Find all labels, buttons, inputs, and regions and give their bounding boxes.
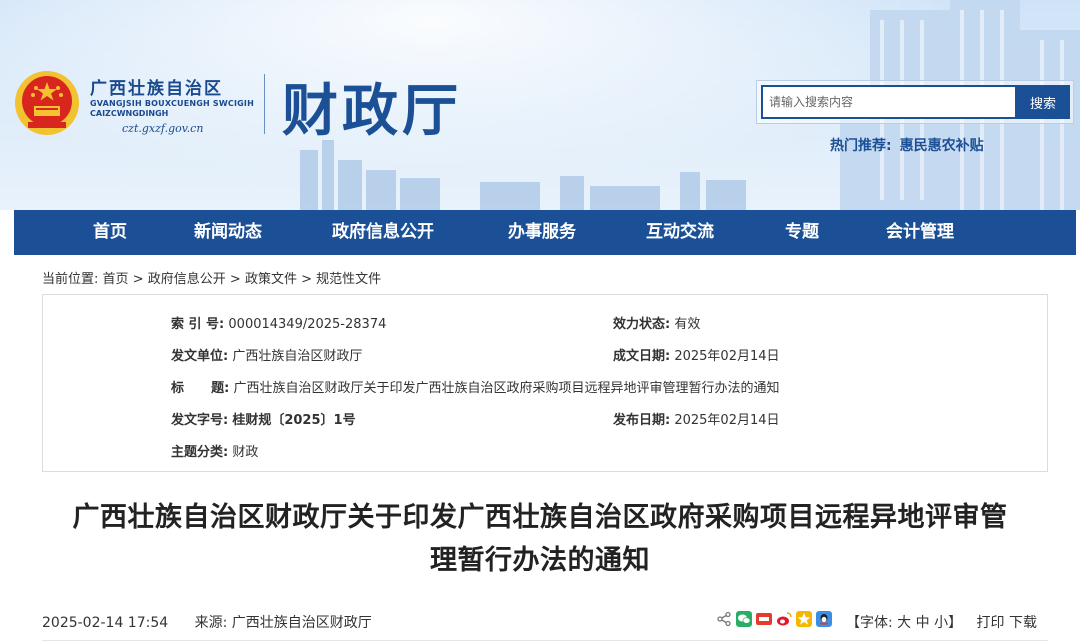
meta-docno-value: 桂财规〔2025〕1号 — [232, 413, 356, 428]
font-size-small-button[interactable]: 小 — [934, 615, 948, 631]
hot-recommendations: 热门推荐: 惠民惠农补贴 — [830, 135, 984, 155]
meta-issuer: 发文单位: 广西壮族自治区财政厅 — [171, 345, 362, 364]
article-title: 广西壮族自治区财政厅关于印发广西壮族自治区政府采购项目远程异地评审管 理暂行办法… — [30, 496, 1050, 582]
meta-published-value: 2025年02月14日 — [674, 413, 780, 428]
header-divider — [264, 74, 265, 134]
nav-item-accounting[interactable]: 会计管理 — [886, 210, 954, 255]
meta-created-label: 成文日期: — [613, 349, 671, 364]
article-title-line1: 广西壮族自治区财政厅关于印发广西壮族自治区政府采购项目远程异地评审管 — [72, 502, 1008, 533]
meta-topic-label: 主题分类: — [171, 445, 229, 460]
main-nav: 首页 新闻动态 政府信息公开 办事服务 互动交流 专题 会计管理 — [14, 210, 1076, 255]
weibo-icon[interactable] — [776, 611, 792, 627]
hot-label: 热门推荐: — [830, 138, 892, 154]
meta-index-value: 000014349/2025-28374 — [228, 317, 387, 332]
qq-icon[interactable] — [816, 611, 832, 627]
site-url: czt.gxzf.gov.cn — [122, 122, 204, 135]
nav-item-services[interactable]: 办事服务 — [508, 210, 576, 255]
article-datetime: 2025-02-14 17:54 — [42, 615, 169, 631]
breadcrumb-item-home[interactable]: 首页 — [103, 272, 129, 287]
download-button[interactable]: 下载 — [1009, 615, 1037, 631]
qzone-icon[interactable] — [796, 611, 812, 627]
meta-title-value: 广西壮族自治区财政厅关于印发广西壮族自治区政府采购项目远程异地评审管理暂行办法的… — [233, 381, 780, 396]
meta-docno: 发文字号: 桂财规〔2025〕1号 — [171, 409, 356, 428]
breadcrumb-item-normative[interactable]: 规范性文件 — [316, 272, 381, 287]
org-name-chinese: 广西壮族自治区 — [90, 79, 223, 99]
breadcrumb-separator: > — [229, 272, 241, 287]
nav-item-interaction[interactable]: 互动交流 — [646, 210, 714, 255]
search-button[interactable]: 搜索 — [1016, 85, 1070, 119]
people-daily-icon[interactable] — [756, 611, 772, 627]
content-divider — [42, 640, 1048, 641]
hot-link-subsidy[interactable]: 惠民惠农补贴 — [900, 138, 984, 154]
nav-item-gov-info[interactable]: 政府信息公开 — [332, 210, 434, 255]
breadcrumb-prefix: 当前位置: — [42, 272, 99, 287]
print-button[interactable]: 打印 — [977, 615, 1005, 631]
document-meta-box: 索 引 号: 000014349/2025-28374 效力状态: 有效 发文单… — [42, 294, 1048, 472]
meta-published: 发布日期: 2025年02月14日 — [613, 409, 780, 428]
search-input[interactable] — [761, 85, 1017, 119]
breadcrumb: 当前位置: 首页 > 政府信息公开 > 政策文件 > 规范性文件 — [42, 268, 381, 287]
font-size-prefix: 【字体: — [846, 615, 893, 631]
meta-title-label: 标 题: — [171, 381, 230, 396]
meta-status-value: 有效 — [674, 317, 701, 332]
meta-issuer-label: 发文单位: — [171, 349, 229, 364]
meta-status: 效力状态: 有效 — [613, 313, 700, 332]
meta-index-label: 索 引 号: — [171, 317, 225, 332]
breadcrumb-item-policy[interactable]: 政策文件 — [245, 272, 297, 287]
nav-item-news[interactable]: 新闻动态 — [194, 210, 262, 255]
breadcrumb-separator: > — [301, 272, 312, 287]
font-size-medium-button[interactable]: 中 — [916, 615, 930, 631]
font-size-large-button[interactable]: 大 — [897, 615, 911, 631]
meta-issuer-value: 广西壮族自治区财政厅 — [232, 349, 363, 364]
meta-index: 索 引 号: 000014349/2025-28374 — [171, 313, 386, 332]
nav-item-home[interactable]: 首页 — [93, 210, 127, 255]
org-name-zhuang-line2: CAIZCWNGDINGH — [90, 109, 169, 118]
meta-status-label: 效力状态: — [613, 317, 671, 332]
meta-topic: 主题分类: 财政 — [171, 441, 258, 460]
meta-docno-label: 发文字号: — [171, 413, 229, 428]
meta-published-label: 发布日期: — [613, 413, 671, 428]
article-tools: 【字体: 大 中 小】 打印 下载 — [846, 612, 1037, 632]
org-name-zhuang: GVANGJSIH BOUXCUENGH SWCIGIH — [90, 99, 254, 108]
article-title-line2: 理暂行办法的通知 — [430, 545, 650, 576]
breadcrumb-separator: > — [132, 272, 144, 287]
article-source-value: 广西壮族自治区财政厅 — [231, 615, 372, 631]
national-emblem-icon — [15, 71, 79, 135]
meta-title: 标 题: 广西壮族自治区财政厅关于印发广西壮族自治区政府采购项目远程异地评审管理… — [171, 377, 780, 396]
header-banner: 广西壮族自治区 GVANGJSIH BOUXCUENGH SWCIGIH CAI… — [0, 0, 1080, 210]
meta-created: 成文日期: 2025年02月14日 — [613, 345, 780, 364]
article-info-bar: 2025-02-14 17:54 来源: 广西壮族自治区财政厅 — [42, 612, 372, 632]
department-title[interactable]: 财政厅 — [282, 66, 462, 147]
wechat-icon[interactable] — [736, 611, 752, 627]
nav-item-topics[interactable]: 专题 — [785, 210, 819, 255]
meta-created-value: 2025年02月14日 — [674, 349, 780, 364]
breadcrumb-item-gov-info[interactable]: 政府信息公开 — [148, 272, 226, 287]
meta-topic-value: 财政 — [232, 445, 259, 460]
article-source-label: 来源: — [194, 615, 228, 631]
font-size-suffix: 】 — [948, 615, 963, 631]
share-icon[interactable] — [716, 611, 732, 627]
